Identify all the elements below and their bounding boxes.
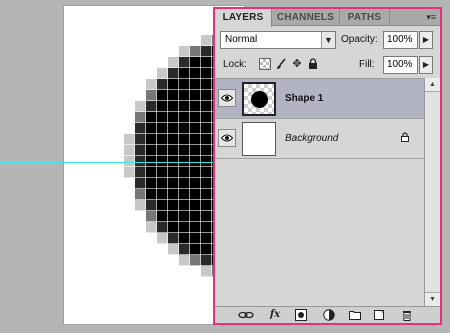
chevron-down-icon[interactable]: ▼ (321, 32, 335, 48)
visibility-toggle[interactable] (218, 129, 236, 147)
fill-field[interactable]: 100% (383, 56, 418, 74)
tab-paths[interactable]: PATHS (340, 9, 390, 26)
add-mask-icon[interactable] (295, 309, 307, 321)
layer-row-shape-1[interactable]: Shape 1 (215, 79, 424, 119)
new-group-icon[interactable] (349, 309, 361, 321)
blend-mode-value: Normal (225, 34, 258, 45)
scroll-up-icon[interactable]: ▲ (425, 78, 440, 92)
layer-thumbnail[interactable] (242, 82, 276, 116)
trash-icon[interactable] (401, 309, 413, 321)
layer-name[interactable]: Background (285, 133, 338, 144)
opacity-field[interactable]: 100% (383, 31, 418, 49)
lock-label: Lock: (223, 59, 247, 70)
lock-position-icon[interactable]: ✥ (291, 58, 303, 70)
layer-list: Shape 1 Background (215, 78, 424, 306)
thumbnail-circle (251, 91, 268, 108)
lock-transparent-pixels-icon[interactable] (259, 58, 271, 70)
layers-bottom-toolbar: fx (215, 306, 440, 323)
panel-menu-icon[interactable]: ▾≡ (426, 12, 436, 23)
fill-label: Fill: (359, 59, 375, 70)
blend-mode-select[interactable]: Normal ▼ (220, 31, 336, 49)
eye-icon (221, 94, 233, 102)
panel-tab-bar: LAYERS CHANNELS PATHS ▾≡ (215, 9, 440, 27)
fx-icon[interactable]: fx (267, 309, 283, 321)
lock-image-pixels-icon[interactable] (275, 58, 287, 70)
layers-panel: LAYERS CHANNELS PATHS ▾≡ Normal ▼ Opacit… (213, 7, 442, 325)
layer-row-background[interactable]: Background (215, 119, 424, 159)
layer-name[interactable]: Shape 1 (285, 93, 323, 104)
horizontal-guide[interactable] (0, 162, 216, 163)
eye-icon (221, 134, 233, 142)
link-layers-icon[interactable] (238, 309, 254, 321)
layer-thumbnail[interactable] (242, 122, 276, 156)
fill-arrow-icon[interactable]: ▶ (419, 56, 433, 74)
tab-layers[interactable]: LAYERS (215, 9, 272, 27)
new-layer-icon[interactable] (373, 309, 385, 321)
opacity-label: Opacity: (341, 34, 378, 45)
adjustment-layer-icon[interactable] (323, 309, 335, 321)
lock-row: Lock: ✥ Fill: 100% ▶ (215, 55, 440, 77)
lock-all-icon[interactable] (307, 58, 319, 70)
scroll-down-icon[interactable]: ▼ (425, 292, 440, 306)
tab-channels[interactable]: CHANNELS (272, 9, 340, 26)
visibility-toggle[interactable] (218, 89, 236, 107)
lock-icon (401, 132, 409, 142)
opacity-arrow-icon[interactable]: ▶ (419, 31, 433, 49)
layer-list-scrollbar[interactable]: ▲ ▼ (424, 78, 440, 306)
